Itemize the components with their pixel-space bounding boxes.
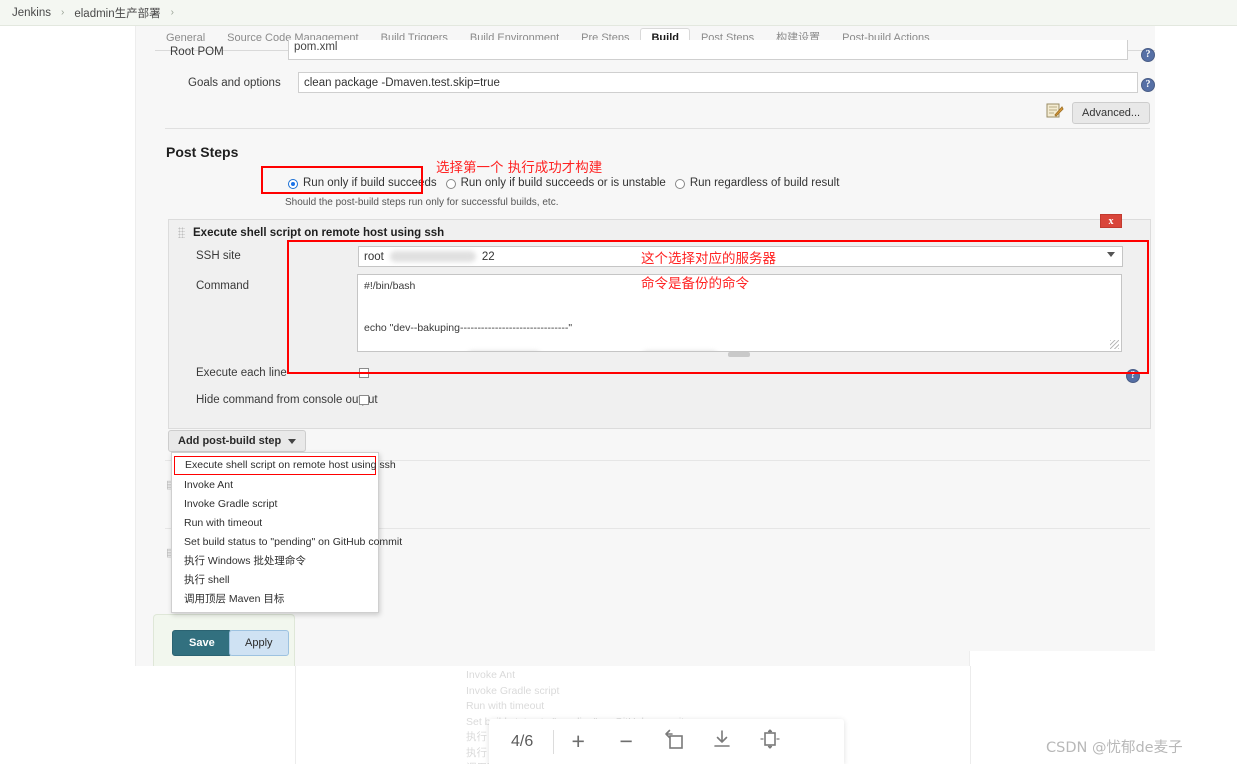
annotation-text-2: 这个选择对应的服务器 (641, 251, 776, 267)
menu-item-execute-shell-ssh[interactable]: Execute shell script on remote host usin… (174, 456, 396, 475)
textarea-resize-handle[interactable] (728, 352, 750, 357)
menu-item-shell[interactable]: 执行 shell (172, 571, 378, 590)
radio-option-succeeds-or-unstable[interactable]: Run only if build succeeds or is unstabl… (445, 177, 666, 189)
chevron-down-icon[interactable] (288, 438, 297, 444)
hide-command-label: Hide command from console output (196, 394, 378, 406)
ghost-menu-item: Invoke Ant (466, 669, 516, 681)
apply-button[interactable]: Apply (229, 630, 289, 656)
page-indicator: 4/6 (511, 732, 534, 750)
execute-each-line-checkbox[interactable] (359, 368, 369, 378)
download-button[interactable] (698, 719, 746, 764)
radio-icon[interactable] (674, 179, 685, 189)
ssh-step-title: Execute shell script on remote host usin… (193, 227, 445, 239)
minus-icon: − (619, 728, 633, 754)
radio-icon[interactable] (445, 179, 456, 189)
add-post-build-step-label: Add post-build step (178, 435, 282, 447)
post-steps-heading: Post Steps (166, 144, 239, 160)
help-icon[interactable]: ? (1141, 47, 1155, 62)
ghost-menu-item: Invoke Gradle script (466, 684, 560, 697)
ghost-page-edge-left (295, 666, 296, 764)
command-line-1: #!/bin/bash (364, 280, 416, 292)
menu-item-windows-batch[interactable]: 执行 Windows 批处理命令 (172, 552, 378, 571)
ssh-site-label: SSH site (196, 250, 241, 262)
help-icon[interactable]: ? (1126, 368, 1140, 383)
root-pom-label: Root POM (170, 46, 224, 58)
fit-icon (758, 728, 782, 755)
execute-each-line-label: Execute each line (196, 367, 287, 379)
chevron-down-icon[interactable] (1107, 252, 1115, 257)
rotate-button[interactable] (650, 719, 698, 764)
command-line-3c: admin-system-2.6.jar`date +"%Y%m%d-%H:%M… (718, 350, 967, 351)
screenshot-root: Jenkins › eladmin生产部署 › General Source C… (0, 0, 1237, 764)
close-icon[interactable]: x (1100, 214, 1122, 228)
radio-label: Run only if build succeeds or is unstabl… (460, 177, 666, 189)
ghost-page-edge-right (970, 666, 971, 764)
ghost-menu-item: Run with timeout (466, 700, 545, 712)
breadcrumb: Jenkins › eladmin生产部署 › (0, 0, 1237, 26)
annotation-text-3: 命令是备份的命令 (641, 276, 749, 292)
section-divider (165, 128, 1150, 129)
breadcrumb-separator-icon: › (61, 7, 65, 18)
goals-label: Goals and options (188, 76, 281, 89)
breadcrumb-item-jenkins[interactable]: Jenkins (6, 7, 57, 19)
hide-command-checkbox[interactable] (359, 395, 369, 405)
plus-icon: + (571, 728, 585, 754)
fit-to-page-button[interactable] (746, 719, 794, 764)
radio-label: Run only if build succeeds (303, 177, 437, 189)
post-steps-hint: Should the post-build steps run only for… (285, 197, 559, 208)
download-icon (711, 728, 733, 755)
menu-item-set-build-status[interactable]: Set build status to "pending" on GitHub … (172, 533, 402, 552)
add-post-build-step-menu: Execute shell script on remote host usin… (171, 452, 402, 613)
rotate-icon (662, 728, 686, 755)
radio-label: Run regardless of build result (689, 177, 840, 189)
goals-and-options-row: Goals and options clean package -Dmaven.… (188, 72, 1138, 93)
ssh-site-value-prefix: root (364, 250, 384, 263)
menu-item-maven-target[interactable]: 调用顶层 Maven 目标 (172, 590, 378, 609)
root-pom-input[interactable]: pom.xml (288, 40, 1128, 60)
menu-item-invoke-gradle[interactable]: Invoke Gradle script (172, 495, 378, 514)
radio-option-succeeds[interactable]: Run only if build succeeds (288, 177, 437, 189)
textarea-resize-corner[interactable] (1110, 340, 1119, 349)
radio-icon[interactable] (288, 179, 298, 189)
execute-each-line-help-wrap[interactable]: ? (1126, 365, 1140, 383)
advanced-button[interactable]: Advanced... (1072, 102, 1151, 124)
menu-item-invoke-ant[interactable]: Invoke Ant (172, 476, 378, 495)
annotation-text-1: 选择第一个 执行成功才构建 (436, 160, 603, 176)
zoom-out-button[interactable]: − (602, 719, 650, 764)
root-pom-help-icon-wrap[interactable]: ? (1141, 44, 1155, 62)
breadcrumb-item-project[interactable]: eladmin生产部署 (68, 5, 166, 21)
save-button[interactable]: Save (172, 630, 232, 656)
zoom-in-button[interactable]: + (554, 719, 602, 764)
page-left-margin (0, 26, 135, 666)
pdf-viewer-toolbar: 4/6 + − (489, 719, 844, 764)
post-steps-radio-group: Run only if build succeeds Run only if b… (288, 177, 848, 189)
breadcrumb-separator-icon-2: › (170, 7, 174, 18)
csdn-watermark: CSDN @忧郁de麦子 (1046, 740, 1183, 756)
command-line-2: echo "dev--bakuping---------------------… (364, 322, 573, 334)
add-post-build-step-button[interactable]: Add post-build step (168, 430, 307, 452)
notepad-pencil-icon (1046, 102, 1064, 119)
goals-help-icon-wrap[interactable]: ? (1141, 74, 1155, 92)
goals-input[interactable]: clean package -Dmaven.test.skip=true (298, 72, 1138, 93)
menu-item-run-with-timeout[interactable]: Run with timeout (172, 514, 378, 533)
command-line-3a: cp /home/project/ela (364, 350, 468, 351)
command-line-3b: system-2.6.jar /home/ (541, 350, 642, 351)
help-icon[interactable]: ? (1141, 77, 1155, 92)
command-label: Command (196, 280, 250, 292)
drag-handle-icon[interactable] (178, 227, 185, 238)
radio-option-regardless[interactable]: Run regardless of build result (674, 177, 840, 189)
ssh-site-value-suffix: 22 (481, 250, 495, 263)
redacted-host (389, 251, 476, 262)
